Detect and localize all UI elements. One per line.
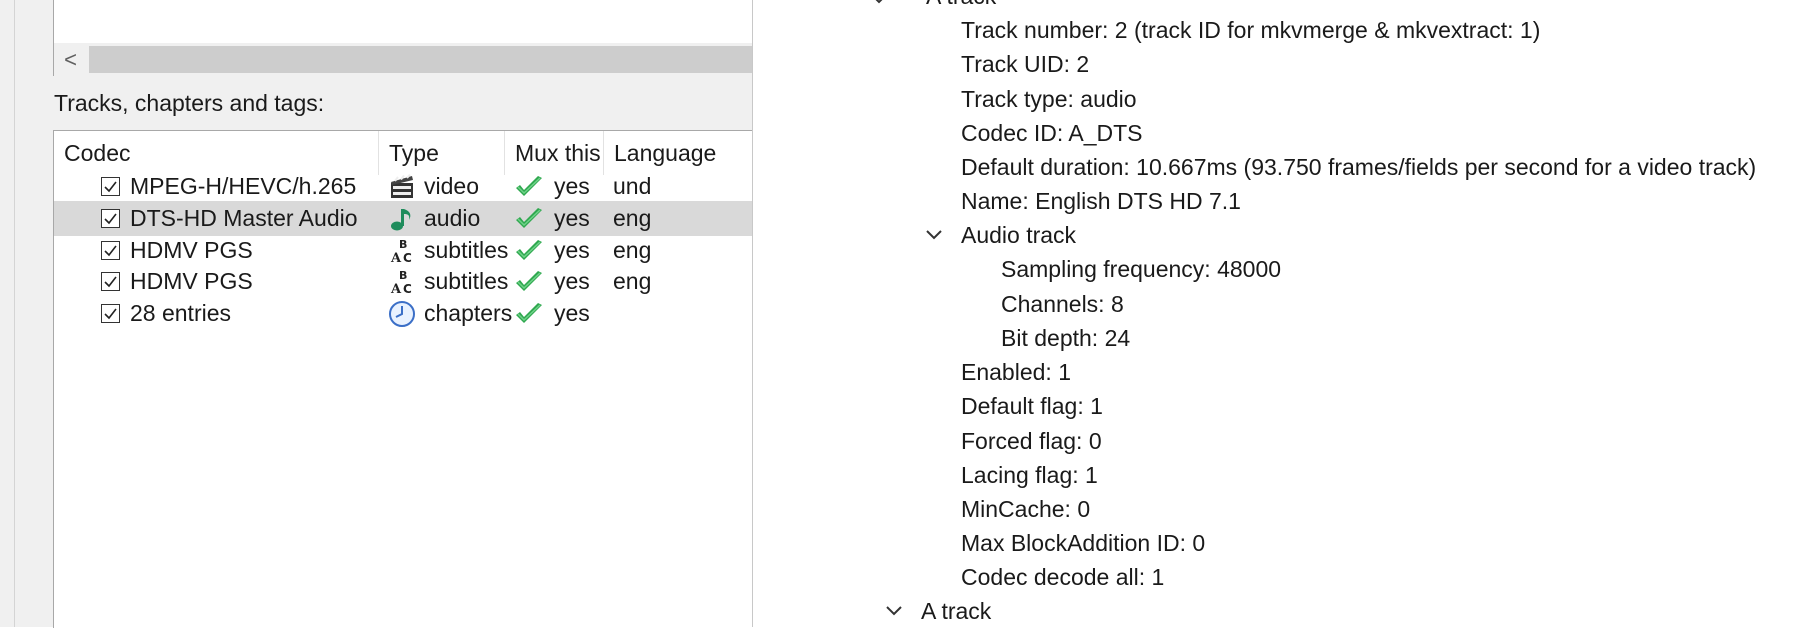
codec-id-line: Codec ID: A_DTS xyxy=(961,120,1143,146)
subtitles-abc-icon: BAC xyxy=(388,268,416,297)
track-language: und xyxy=(613,173,652,199)
left-pane: < Tracks, chapters and tags: Codec Type … xyxy=(0,0,753,628)
checkmark-icon xyxy=(514,302,544,326)
track-language: eng xyxy=(613,268,652,294)
pane-border xyxy=(14,0,15,627)
track-codec: DTS-HD Master Audio xyxy=(130,205,358,231)
sampling-frequency-line: Sampling frequency: 48000 xyxy=(1001,256,1282,282)
checkmark-icon xyxy=(514,270,544,294)
forced-flag-line: Forced flag: 0 xyxy=(961,428,1102,454)
checkmark-icon xyxy=(514,175,544,199)
track-checkbox[interactable] xyxy=(101,241,120,260)
subtitles-abc-icon: BAC xyxy=(388,237,416,266)
chevron-down-icon[interactable] xyxy=(924,228,944,242)
svg-text:C: C xyxy=(403,251,412,265)
chevron-down-icon[interactable] xyxy=(884,604,904,618)
track-info-tree[interactable]: A track Track number: 2 (track ID for mk… xyxy=(753,0,1799,627)
track-codec: HDMV PGS xyxy=(130,237,253,263)
tracks-chapters-tags-label: Tracks, chapters and tags: xyxy=(54,90,325,116)
mincache-line: MinCache: 0 xyxy=(961,496,1091,522)
track-type: audio xyxy=(424,205,481,231)
track-node-label[interactable]: A track xyxy=(926,0,996,10)
track-mux: yes xyxy=(554,268,590,294)
horizontal-scrollbar[interactable]: < xyxy=(53,43,753,76)
track-type: chapters xyxy=(424,300,513,326)
track-checkbox[interactable] xyxy=(101,304,120,323)
track-row[interactable]: 28 entries chapters yes xyxy=(54,296,753,331)
track-mux: yes xyxy=(554,173,590,199)
file-list[interactable] xyxy=(53,0,753,44)
name-line: Name: English DTS HD 7.1 xyxy=(961,188,1241,214)
checkmark-icon xyxy=(514,207,544,231)
music-note-icon xyxy=(388,205,416,233)
track-row[interactable]: DTS-HD Master Audio audio yes eng xyxy=(54,201,753,236)
track-number-line: Track number: 2 (track ID for mkvmerge &… xyxy=(961,17,1541,43)
max-blockaddition-id-line: Max BlockAddition ID: 0 xyxy=(961,530,1206,556)
track-type: subtitles xyxy=(424,237,509,263)
track-uid-line: Track UID: 2 xyxy=(961,51,1090,77)
svg-text:B: B xyxy=(399,238,407,251)
bit-depth-line: Bit depth: 24 xyxy=(1001,325,1131,351)
track-language: eng xyxy=(613,205,652,231)
svg-text:C: C xyxy=(403,282,412,296)
track-row[interactable]: HDMV PGS B A Csubtitles yes eng xyxy=(54,233,753,268)
track-language: eng xyxy=(613,237,652,263)
track-codec: HDMV PGS xyxy=(130,268,253,294)
track-node-label[interactable]: A track xyxy=(921,598,991,625)
scroll-left-arrow-icon[interactable]: < xyxy=(54,43,87,76)
lacing-flag-line: Lacing flag: 1 xyxy=(961,462,1098,488)
track-type: video xyxy=(424,173,479,199)
default-duration-line: Default duration: 10.667ms (93.750 frame… xyxy=(961,154,1757,180)
track-codec: 28 entries xyxy=(130,300,232,326)
default-flag-line: Default flag: 1 xyxy=(961,393,1103,419)
chevron-down-icon[interactable] xyxy=(869,0,889,6)
track-type: subtitles xyxy=(424,268,509,294)
track-row[interactable]: MPEG-H/HEVC/h.265 video yes und xyxy=(54,169,753,204)
svg-text:A: A xyxy=(390,251,402,265)
codec-decode-all-line: Codec decode all: 1 xyxy=(961,564,1165,590)
track-row[interactable]: HDMV PGS B A Csubtitles yes eng xyxy=(54,264,753,299)
checkmark-icon xyxy=(514,239,544,263)
track-checkbox[interactable] xyxy=(101,209,120,228)
audio-track-node[interactable]: Audio track xyxy=(961,222,1076,249)
track-mux: yes xyxy=(554,300,590,326)
track-codec: MPEG-H/HEVC/h.265 xyxy=(130,173,357,199)
channels-line: Channels: 8 xyxy=(1001,291,1124,317)
svg-text:A: A xyxy=(390,282,402,296)
svg-text:B: B xyxy=(399,269,407,282)
clock-icon xyxy=(388,300,416,328)
track-checkbox[interactable] xyxy=(101,177,120,196)
track-checkbox[interactable] xyxy=(101,272,120,291)
film-clapper-icon xyxy=(388,173,416,201)
enabled-line: Enabled: 1 xyxy=(961,359,1071,385)
track-type-line: Track type: audio xyxy=(961,86,1137,112)
scrollbar-thumb[interactable] xyxy=(89,46,753,73)
track-mux: yes xyxy=(554,237,590,263)
tracks-tree-view[interactable]: Codec Type Mux this Language MPEG-H/HEVC… xyxy=(53,130,753,628)
track-mux: yes xyxy=(554,205,590,231)
